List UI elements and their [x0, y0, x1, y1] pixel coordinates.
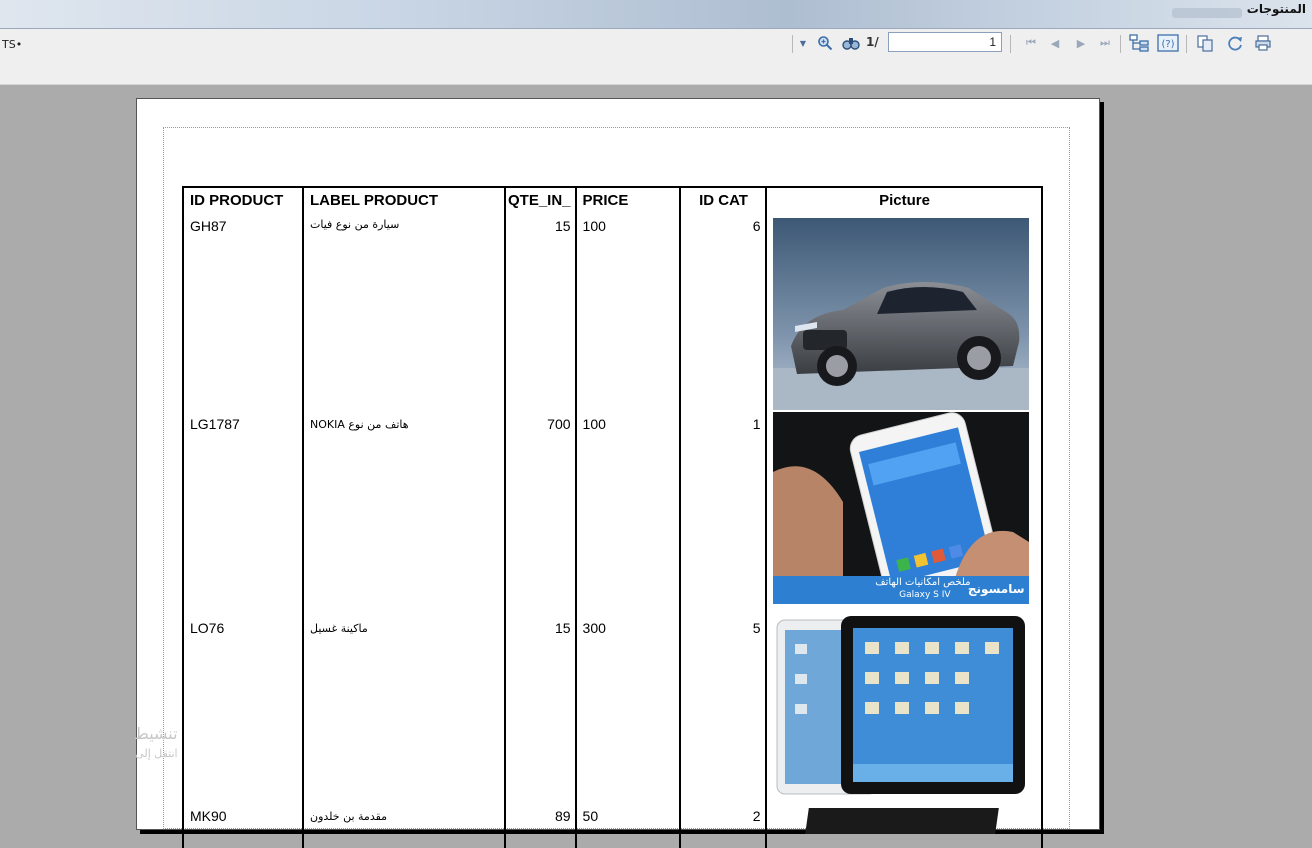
toolbar-separator [1010, 35, 1011, 53]
cell-price: 300 [574, 612, 680, 804]
cell-label-product: مقدمة بن خلدون [302, 804, 505, 848]
cell-id-cat: 1 [678, 410, 766, 612]
cell-picture [764, 216, 1043, 410]
next-page-icon[interactable]: ▶ [1072, 33, 1090, 53]
phone-photo: ملخص امكانيات الهاتف Galaxy S IV سامسونج [772, 412, 1029, 604]
phone-caption: ملخص امكانيات الهاتف Galaxy S IV سامسونج [772, 576, 1029, 604]
phone-caption-sub: Galaxy S IV [899, 590, 951, 600]
cell-id-product: LG1787 [182, 410, 303, 612]
refresh-icon[interactable] [1224, 33, 1246, 53]
cell-price: 100 [574, 216, 680, 410]
watermark-line-2: انتقل إلى [135, 747, 178, 760]
tablet-photo [772, 614, 1029, 800]
cell-id-product: LO76 [182, 612, 303, 804]
svg-text:(?): (?) [1161, 39, 1174, 50]
header-id-product: ID PRODUCT [182, 186, 303, 216]
table-row: LO76 ماكينة غسيل 15 300 5 [182, 612, 1043, 804]
header-label-product: LABEL PRODUCT [302, 186, 505, 216]
header-picture: Picture [764, 186, 1043, 216]
toolbar-left-label: TS• [2, 38, 23, 51]
title-blur [1172, 8, 1242, 18]
cell-qte-in: 700 [504, 410, 576, 612]
table-row: LG1787 هاتف من نوع NOKIA 700 100 1 ملخص … [182, 410, 1043, 612]
cell-id-cat: 2 [678, 804, 766, 848]
toolbar-separator [792, 35, 793, 53]
cell-id-cat: 6 [678, 216, 766, 410]
cell-id-cat: 5 [678, 612, 766, 804]
print-icon[interactable] [1252, 33, 1274, 53]
cell-qte-in: 15 [504, 612, 576, 804]
watermark-line-1: تنشيط [134, 724, 178, 743]
export-icon[interactable] [1194, 33, 1216, 53]
header-qte-in: QTE_IN_ [504, 186, 576, 216]
find-icon[interactable] [840, 33, 862, 53]
cell-label-product: سيارة من نوع فيات [302, 216, 505, 410]
page-number-input[interactable]: 1 [888, 32, 1002, 52]
cell-label-product: ماكينة غسيل [302, 612, 505, 804]
phone-caption-brand: سامسونج [967, 582, 1025, 596]
header-id-cat: ID CAT [678, 186, 766, 216]
first-page-icon[interactable]: ⏮ [1022, 33, 1040, 53]
toolbar-separator [1186, 35, 1187, 53]
cell-id-product: MK90 [182, 804, 303, 848]
report-body: ID PRODUCT LABEL PRODUCT QTE_IN_ PRICE I… [163, 127, 1070, 848]
toolbar-separator [1120, 35, 1121, 53]
title-bar: المنتوجات [0, 0, 1312, 29]
table-row: MK90 مقدمة بن خلدون 89 50 2 [182, 804, 1043, 848]
phone-caption-main: ملخص امكانيات الهاتف [875, 577, 971, 588]
activation-watermark: تنشيط انتقل إلى [134, 724, 178, 764]
help-icon[interactable]: (?) [1156, 33, 1180, 53]
car-photo [772, 218, 1029, 410]
cell-picture [764, 804, 1043, 848]
table-row: GH87 سيارة من نوع فيات 15 100 6 [182, 216, 1043, 410]
group-tree-icon[interactable] [1126, 33, 1152, 53]
report-page: ID PRODUCT LABEL PRODUCT QTE_IN_ PRICE I… [136, 98, 1100, 848]
report-toolbar: TS• ▼ 1/ 1 ⏮ ◀ ▶ ⏭ (?) [0, 29, 1312, 85]
cell-picture: ملخص امكانيات الهاتف Galaxy S IV سامسونج [764, 410, 1043, 612]
zoom-in-icon[interactable] [814, 33, 836, 53]
page-total: 1/ [866, 35, 879, 49]
cell-qte-in: 89 [504, 804, 576, 848]
cell-id-product: GH87 [182, 216, 303, 410]
prev-page-icon[interactable]: ◀ [1046, 33, 1064, 53]
cell-picture [764, 612, 1043, 804]
last-page-icon[interactable]: ⏭ [1096, 33, 1114, 53]
cell-price: 50 [574, 804, 680, 848]
cell-price: 100 [574, 410, 680, 612]
window-title: المنتوجات [1246, 2, 1306, 16]
header-price: PRICE [574, 186, 680, 216]
table-header-row: ID PRODUCT LABEL PRODUCT QTE_IN_ PRICE I… [182, 186, 1043, 216]
cell-label-product: هاتف من نوع NOKIA [302, 410, 505, 612]
product-table: ID PRODUCT LABEL PRODUCT QTE_IN_ PRICE I… [182, 186, 1043, 848]
zoom-dropdown-icon[interactable]: ▼ [796, 33, 810, 53]
cell-qte-in: 15 [504, 216, 576, 410]
